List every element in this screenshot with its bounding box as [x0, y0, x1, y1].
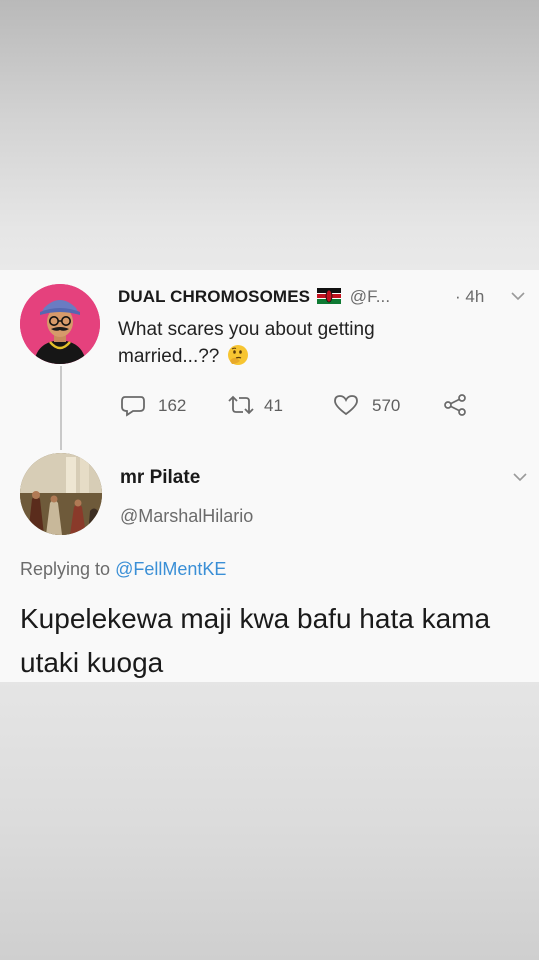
- tweet-text: What scares you about getting married...…: [118, 316, 448, 370]
- thinking-face-icon: [227, 344, 248, 365]
- cartoon-avatar-icon: [20, 284, 100, 364]
- author-avatar[interactable]: [20, 284, 100, 364]
- painting-avatar-icon: [20, 453, 102, 535]
- reply-icon[interactable]: [120, 393, 146, 417]
- reply-count: 162: [158, 396, 187, 415]
- tweet-author-handle[interactable]: @F...: [350, 287, 390, 306]
- share-icon[interactable]: [442, 393, 468, 417]
- tweet-actions: 162 41 570: [0, 393, 539, 419]
- tweet-author-line[interactable]: DUAL CHROMOSOMES @F...: [118, 287, 390, 307]
- chevron-down-icon[interactable]: [511, 291, 525, 301]
- reply-author-handle[interactable]: @MarshalHilario: [120, 506, 253, 527]
- reply-text: Kupelekewa maji kwa bafu hata kama utaki…: [20, 603, 491, 678]
- reply-author-name[interactable]: mr Pilate: [120, 467, 200, 489]
- kenya-flag-icon: [316, 287, 341, 304]
- replying-label: Replying to: [20, 559, 111, 579]
- reply-author-avatar[interactable]: [20, 453, 102, 535]
- tweet-author-name[interactable]: DUAL CHROMOSOMES: [118, 287, 310, 306]
- retweet-count: 41: [264, 396, 283, 415]
- like-icon[interactable]: [332, 393, 360, 417]
- tweet-time[interactable]: · 4h: [455, 287, 484, 307]
- replying-mention-link[interactable]: @FellMentKE: [115, 559, 226, 579]
- chevron-down-icon[interactable]: [513, 472, 527, 482]
- like-count: 570: [372, 396, 401, 415]
- replying-to: Replying to @FellMentKE: [20, 559, 226, 580]
- retweet-icon[interactable]: [226, 393, 256, 417]
